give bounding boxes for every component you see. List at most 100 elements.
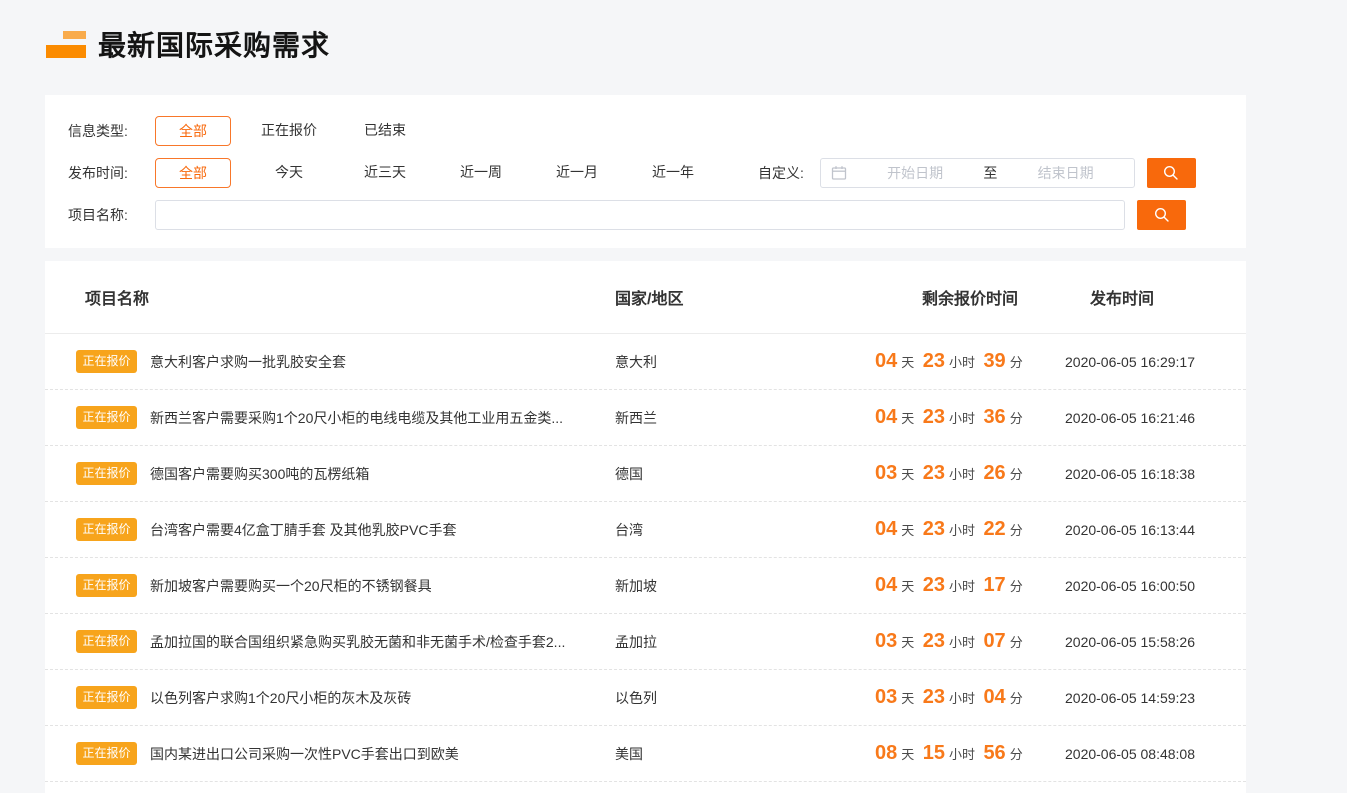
header-country: 国家/地区 (615, 285, 875, 309)
countdown-minutes: 36 (983, 406, 1005, 428)
countdown-minutes: 07 (983, 630, 1005, 652)
status-badge: 正在报价 (76, 406, 137, 429)
status-badge: 正在报价 (76, 350, 137, 373)
country-cell: 意大利 (615, 352, 875, 372)
table-row[interactable]: 正在报价 国内某进出口公司采购一次性PVC手套出口到欧美 美国 08天 15小时… (45, 726, 1246, 782)
countdown-minutes: 22 (983, 518, 1005, 540)
countdown-minute-unit: 分 (1010, 355, 1023, 370)
table-header-row: 项目名称 国家/地区 剩余报价时间 发布时间 (45, 261, 1246, 334)
publish-time-option-3days[interactable]: 近三天 (347, 158, 423, 188)
project-name-label: 项目名称: (68, 205, 155, 225)
country-cell: 台湾 (615, 520, 875, 540)
countdown-cell: 04天 23小时 17分 (875, 574, 1065, 597)
status-badge: 正在报价 (76, 630, 137, 653)
status-badge: 正在报价 (76, 686, 137, 709)
end-date-placeholder[interactable]: 结束日期 (997, 163, 1134, 183)
date-search-button[interactable] (1147, 158, 1196, 188)
countdown-hour-unit: 小时 (949, 579, 975, 594)
countdown-minute-unit: 分 (1010, 523, 1023, 538)
project-title-link[interactable]: 新西兰客户需要采购1个20尺小柜的电线电缆及其他工业用五金类... (150, 408, 563, 428)
project-title-link[interactable]: 新加坡客户需要购买一个20尺柜的不锈钢餐具 (150, 576, 432, 596)
countdown-hours: 23 (923, 518, 945, 540)
countdown-minutes: 17 (983, 574, 1005, 596)
countdown-minute-unit: 分 (1010, 691, 1023, 706)
table-body: 正在报价 意大利客户求购一批乳胶安全套 意大利 04 天 23 小时 39 分 202… (45, 334, 1246, 782)
publish-time-cell: 2020-06-05 16:18:38 (1065, 466, 1246, 482)
status-badge: 正在报价 (76, 742, 137, 765)
info-type-option-ended[interactable]: 已结束 (347, 116, 423, 146)
table-row[interactable]: 正在报价 德国客户需要购买300吨的瓦楞纸箱 德国 03天 23小时 26分 2… (45, 446, 1246, 502)
publish-time-cell: 2020-06-05 16:29:17 (1065, 354, 1246, 370)
date-range-input[interactable]: 开始日期 至 结束日期 (820, 158, 1135, 188)
project-title-link[interactable]: 台湾客户需要4亿盒丁腈手套 及其他乳胶PVC手套 (150, 520, 456, 540)
countdown-hour-unit: 小时 (949, 355, 975, 370)
countdown-hour-unit: 小时 (949, 523, 975, 538)
project-title-link[interactable]: 国内某进出口公司采购一次性PVC手套出口到欧美 (150, 744, 459, 764)
countdown-cell: 04天 23小时 36分 (875, 406, 1065, 429)
publish-time-option-year[interactable]: 近一年 (635, 158, 711, 188)
project-title-link[interactable]: 德国客户需要购买300吨的瓦楞纸箱 (150, 464, 369, 484)
countdown-hour-unit: 小时 (949, 747, 975, 762)
project-name-search-button[interactable] (1137, 200, 1186, 230)
countdown-hours: 23 (923, 686, 945, 708)
table-row[interactable]: 正在报价 新西兰客户需要采购1个20尺小柜的电线电缆及其他工业用五金类... 新… (45, 390, 1246, 446)
countdown-days: 04 (875, 518, 897, 540)
countdown-hours: 23 (923, 406, 945, 428)
publish-time-cell: 2020-06-05 16:21:46 (1065, 410, 1246, 426)
countdown-day-unit: 天 (901, 523, 914, 538)
countdown-cell: 03天 23小时 04分 (875, 686, 1065, 709)
country-cell: 新西兰 (615, 408, 875, 428)
procurement-table: 项目名称 国家/地区 剩余报价时间 发布时间 正在报价 意大利客户求购一批乳胶安… (45, 261, 1246, 793)
publish-time-option-all[interactable]: 全部 (155, 158, 231, 188)
publish-time-option-today[interactable]: 今天 (251, 158, 327, 188)
countdown-days: 03 (875, 462, 897, 484)
countdown-minute-unit: 分 (1010, 635, 1023, 650)
countdown-cell: 04 天 23 小时 22 分 (875, 518, 1065, 541)
countdown-day-unit: 天 (901, 635, 914, 650)
publish-time-cell: 2020-06-05 14:59:23 (1065, 690, 1246, 706)
page-header: 最新国际采购需求 (46, 24, 330, 64)
magnifier-icon (1153, 206, 1171, 224)
publish-time-option-month[interactable]: 近一月 (539, 158, 615, 188)
countdown-minute-unit: 分 (1010, 579, 1023, 594)
country-cell: 以色列 (615, 688, 875, 708)
countdown-hour-unit: 小时 (949, 691, 975, 706)
countdown-minute-unit: 分 (1010, 747, 1023, 762)
project-cell: 正在报价 台湾客户需要4亿盒丁腈手套 及其他乳胶PVC手套 (76, 518, 615, 541)
custom-range-label: 自定义: (758, 163, 804, 183)
countdown-day-unit: 天 (901, 691, 914, 706)
table-row[interactable]: 正在报价 台湾客户需要4亿盒丁腈手套 及其他乳胶PVC手套 台湾 04 天 23 小… (45, 502, 1246, 558)
info-type-row: 信息类型: 全部 正在报价 已结束 (68, 116, 1246, 146)
header-remaining-time: 剩余报价时间 (875, 285, 1065, 309)
info-type-option-quoting[interactable]: 正在报价 (251, 116, 327, 146)
countdown-days: 03 (875, 630, 897, 652)
project-title-link[interactable]: 以色列客户求购1个20尺小柜的灰木及灰砖 (150, 688, 411, 708)
countdown-minutes: 56 (983, 742, 1005, 764)
project-cell: 正在报价 新西兰客户需要采购1个20尺小柜的电线电缆及其他工业用五金类... (76, 406, 615, 429)
countdown-hours: 23 (923, 574, 945, 596)
countdown-hour-unit: 小时 (949, 467, 975, 482)
publish-time-option-week[interactable]: 近一周 (443, 158, 519, 188)
project-title-link[interactable]: 意大利客户求购一批乳胶安全套 (150, 352, 346, 372)
table-row[interactable]: 正在报价 新加坡客户需要购买一个20尺柜的不锈钢餐具 新加坡 04天 23小时 … (45, 558, 1246, 614)
countdown-hours: 23 (923, 462, 945, 484)
table-row[interactable]: 正在报价 意大利客户求购一批乳胶安全套 意大利 04天 23小时 39分 202… (45, 334, 1246, 390)
start-date-placeholder[interactable]: 开始日期 (847, 163, 984, 183)
country-cell: 孟加拉 (615, 632, 875, 652)
countdown-cell: 04天 23小时 39分 (875, 350, 1065, 373)
country-cell: 德国 (615, 464, 875, 484)
magnifier-icon (1162, 164, 1180, 182)
project-cell: 正在报价 国内某进出口公司采购一次性PVC手套出口到欧美 (76, 742, 615, 765)
status-badge: 正在报价 (76, 574, 137, 597)
project-name-input[interactable] (155, 200, 1125, 230)
project-title-link[interactable]: 孟加拉国的联合国组织紧急购买乳胶无菌和非无菌手术/检查手套2... (150, 632, 565, 652)
table-row[interactable]: 正在报价 孟加拉国的联合国组织紧急购买乳胶无菌和非无菌手术/检查手套2... 孟… (45, 614, 1246, 670)
orange-bars-icon (46, 30, 86, 58)
countdown-minutes: 39 (983, 350, 1005, 372)
table-row[interactable]: 正在报价 以色列客户求购1个20尺小柜的灰木及灰砖 以色列 03天 23小时 0… (45, 670, 1246, 726)
countdown-cell: 03天 23小时 26分 (875, 462, 1065, 485)
countdown-minute-unit: 分 (1010, 411, 1023, 426)
countdown-cell: 08天 15小时 56分 (875, 742, 1065, 765)
countdown-minutes: 04 (983, 686, 1005, 708)
info-type-option-all[interactable]: 全部 (155, 116, 231, 146)
